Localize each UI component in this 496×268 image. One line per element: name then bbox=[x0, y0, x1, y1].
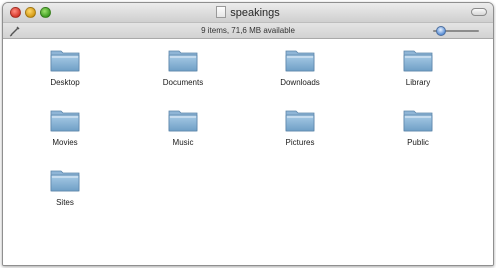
folder-icon[interactable] bbox=[284, 47, 316, 73]
window-title: speakings bbox=[230, 7, 280, 19]
window-title-group: speakings bbox=[3, 5, 493, 21]
folder-icon[interactable] bbox=[402, 107, 434, 133]
folder-label[interactable]: Desktop bbox=[20, 78, 110, 88]
folder-item-movies[interactable]: Movies bbox=[20, 107, 110, 157]
folder-item-pictures[interactable]: Pictures bbox=[255, 107, 345, 157]
folder-item-public[interactable]: Public bbox=[373, 107, 463, 157]
slider-knob[interactable] bbox=[436, 26, 446, 36]
folder-label[interactable]: Downloads bbox=[255, 78, 345, 88]
folder-icon[interactable] bbox=[49, 47, 81, 73]
folder-label[interactable]: Movies bbox=[20, 138, 110, 148]
folder-proxy-icon[interactable] bbox=[216, 6, 227, 18]
folder-item-library[interactable]: Library bbox=[373, 47, 463, 97]
folder-label[interactable]: Sites bbox=[20, 198, 110, 208]
folder-item-sites[interactable]: Sites bbox=[20, 167, 110, 217]
folder-label[interactable]: Pictures bbox=[255, 138, 345, 148]
title-bar[interactable]: speakings bbox=[3, 3, 493, 23]
folder-item-documents[interactable]: Documents bbox=[138, 47, 228, 97]
toolbar-toggle-button[interactable] bbox=[471, 8, 487, 16]
folder-label[interactable]: Public bbox=[373, 138, 463, 148]
folder-label[interactable]: Library bbox=[373, 78, 463, 88]
icon-size-slider[interactable] bbox=[429, 26, 483, 36]
folder-icon[interactable] bbox=[284, 107, 316, 133]
finder-window: speakings 9 items, 71,6 MB available Des… bbox=[2, 2, 494, 266]
folder-label[interactable]: Documents bbox=[138, 78, 228, 88]
folder-item-music[interactable]: Music bbox=[138, 107, 228, 157]
status-bar: 9 items, 71,6 MB available bbox=[3, 23, 493, 39]
folder-icon[interactable] bbox=[167, 47, 199, 73]
folder-item-downloads[interactable]: Downloads bbox=[255, 47, 345, 97]
folder-icon[interactable] bbox=[167, 107, 199, 133]
folder-icon[interactable] bbox=[49, 167, 81, 193]
folder-label[interactable]: Music bbox=[138, 138, 228, 148]
folder-icon[interactable] bbox=[49, 107, 81, 133]
status-text: 9 items, 71,6 MB available bbox=[201, 26, 295, 35]
folder-icon[interactable] bbox=[402, 47, 434, 73]
folder-contents: Desktop Documents Downloads Library Movies Mu… bbox=[3, 39, 493, 265]
folder-item-desktop[interactable]: Desktop bbox=[20, 47, 110, 97]
